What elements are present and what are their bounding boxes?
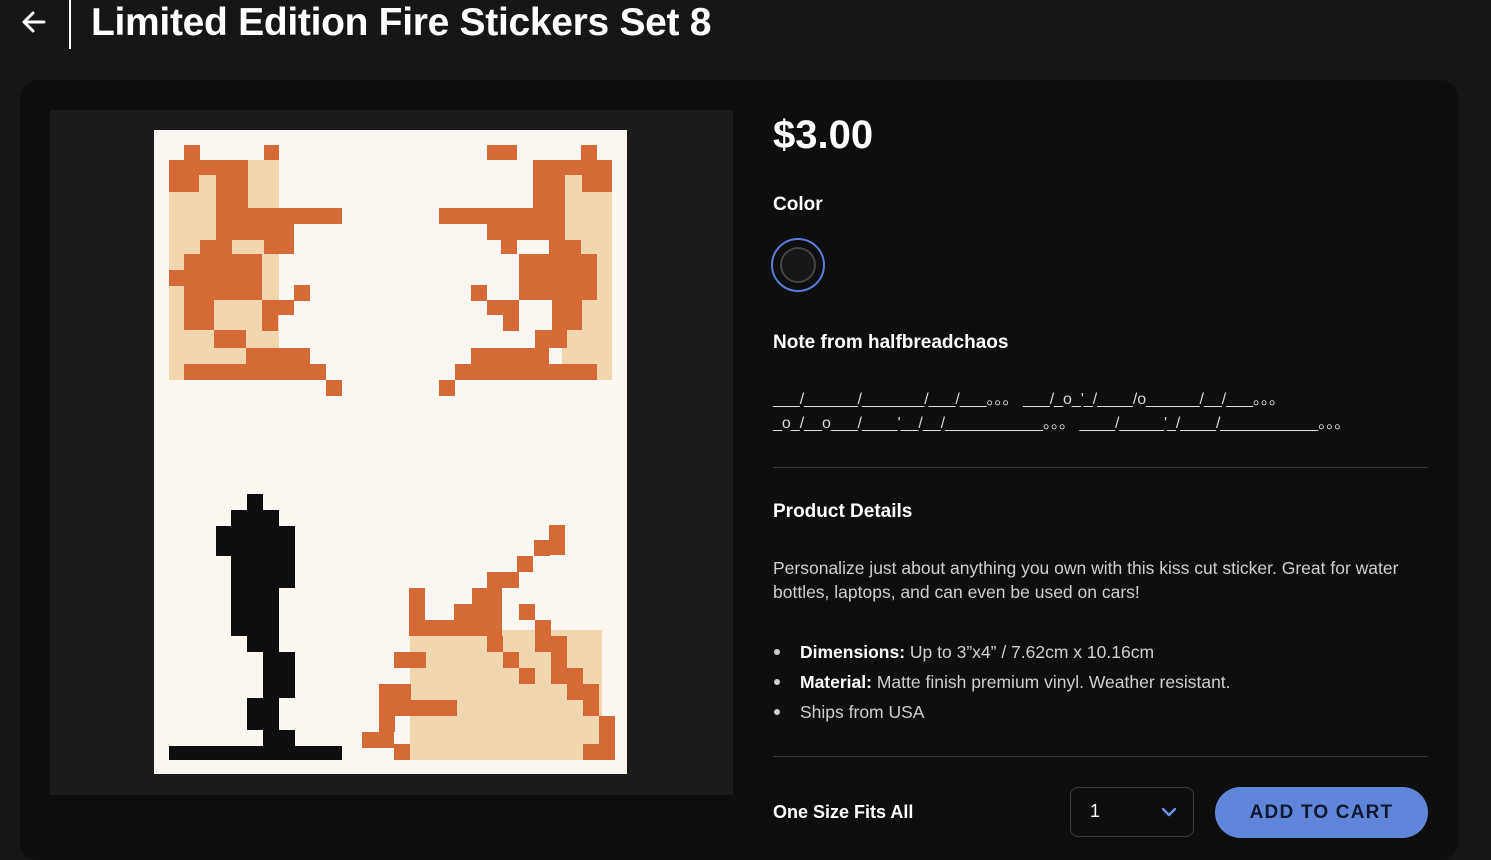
detail-value: Up to 3”x4” / 7.62cm x 10.16cm [909,642,1155,662]
list-item: Material: Matte finish premium vinyl. We… [773,668,1231,698]
quantity-value: 1 [1090,801,1101,821]
seller-note-line: ___/______/_______/___/___。。。 ___/_o_'_/… [773,391,1285,408]
back-arrow-icon[interactable] [18,6,50,38]
section-divider [773,756,1428,757]
product-image[interactable] [154,130,627,774]
sticker-sheet-illustration [169,145,615,760]
chevron-down-icon [1161,807,1177,817]
product-description: Personalize just about anything you own … [773,558,1399,602]
product-details-heading: Product Details [773,501,913,522]
color-label: Color [773,194,823,215]
color-swatch-fill [780,247,816,283]
seller-note-line: _o_/__o___/____'__/__/___________。。。 ___… [773,415,1351,432]
fire-sticker-top-left [169,145,342,396]
header-divider [69,0,71,49]
top-bar: Limited Edition Fire Stickers Set 8 [0,0,1491,60]
product-details-list: Dimensions: Up to 3”x4” / 7.62cm x 10.16… [773,638,1231,728]
detail-value: Ships from USA [800,702,925,722]
product-price: $3.00 [773,113,874,157]
seller-note: ___/______/_______/___/___。。。 ___/_o_'_/… [773,388,1443,436]
size-label: One Size Fits All [773,802,914,822]
quantity-select[interactable]: 1 [1070,787,1194,837]
list-item: Ships from USA [773,698,1231,728]
seller-note-label: Note from halfbreadchaos [773,332,1009,353]
detail-key: Dimensions: [800,642,906,662]
detail-key: Material: [800,672,872,692]
add-to-cart-button[interactable]: ADD TO CART [1215,787,1428,838]
color-swatch-selected[interactable] [771,238,825,292]
match-silhouette-sticker [169,494,342,760]
page-title: Limited Edition Fire Stickers Set 8 [91,1,712,44]
fire-sticker-top-right [439,145,612,396]
section-divider [773,467,1428,468]
list-item: Dimensions: Up to 3”x4” / 7.62cm x 10.16… [773,638,1231,668]
detail-value: Matte finish premium vinyl. Weather resi… [876,672,1231,692]
campfire-sticker [362,525,615,760]
